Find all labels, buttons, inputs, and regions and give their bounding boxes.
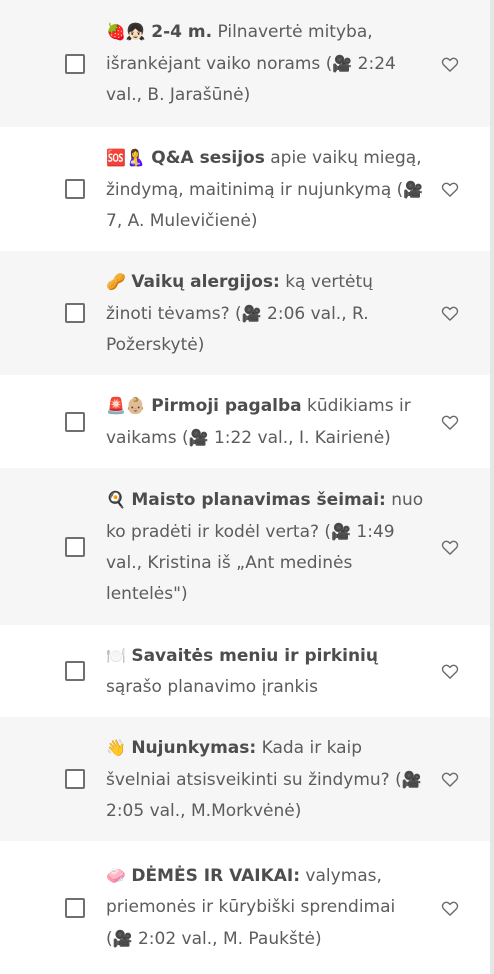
video-camera-icon: 🎥 — [331, 521, 351, 541]
heart-outline-icon[interactable] — [440, 54, 460, 74]
lesson-checkbox[interactable] — [65, 769, 85, 789]
lesson-emoji: 🧼 — [106, 866, 126, 885]
lesson-title[interactable]: 🥜 Vaikų alergijos: ką vertėtų žinoti tėv… — [106, 266, 424, 361]
lesson-emoji: 🥜 — [106, 271, 126, 291]
lesson-emoji: 🍓👧🏻 — [106, 22, 146, 41]
lesson-duration: 2:05 val., M.Morkvėnė) — [106, 800, 302, 821]
list-item: 👋 Nujunkymas: Kada ir kaip švelniai atsi… — [0, 717, 490, 841]
list-item: 🥜 Vaikų alergijos: ką vertėtų žinoti tėv… — [0, 251, 490, 375]
lesson-emoji: 👋 — [106, 737, 126, 757]
video-camera-icon: 🎥 — [332, 54, 353, 73]
lesson-checkbox[interactable] — [65, 661, 85, 681]
lesson-checkbox[interactable] — [65, 179, 85, 199]
heart-outline-icon[interactable] — [440, 898, 460, 918]
list-item: 🆘🤱 Q&A sesijos apie vaikų miegą, žindymą… — [0, 127, 490, 251]
lesson-title[interactable]: 👋 Nujunkymas: Kada ir kaip švelniai atsi… — [106, 732, 424, 827]
lesson-duration: 1:22 val., I. Kairienė) — [208, 427, 391, 448]
list-item: 🍽️ Savaitės meniu ir pirkinių sąrašo pla… — [0, 625, 490, 717]
lesson-title-bold: Vaikų alergijos: — [131, 271, 280, 292]
heart-outline-icon[interactable] — [440, 537, 460, 557]
lesson-checkbox[interactable] — [65, 411, 85, 432]
lesson-title[interactable]: 🚨👶🏼 Pirmoji pagalba kūdikiams ir vaikams… — [106, 390, 424, 454]
list-item: 🍳 Maisto planavimas šeimai: nuo ko pradė… — [0, 468, 490, 625]
lesson-title-bold: Q&A sesijos — [151, 147, 265, 168]
lesson-duration: 7, A. Mulevičienė) — [106, 210, 258, 231]
heart-outline-icon[interactable] — [440, 303, 460, 323]
video-camera-icon: 🎥 — [112, 929, 133, 948]
lesson-checkbox[interactable] — [65, 897, 85, 918]
lesson-emoji: 🆘🤱 — [106, 147, 146, 167]
heart-outline-icon[interactable] — [440, 769, 460, 789]
video-camera-icon: 🎥 — [188, 427, 209, 447]
lesson-emoji: 🍽️ — [106, 645, 126, 665]
lesson-checkbox[interactable] — [65, 536, 85, 557]
lesson-title-bold: 2-4 m. — [151, 22, 213, 42]
lesson-title-bold: Pirmoji pagalba — [151, 395, 302, 416]
lesson-duration: 2:02 val., M. Paukštė) — [132, 929, 322, 949]
list-item: 🧼 DĖMĖS IR VAIKAI: valymas, priemonės ir… — [0, 841, 490, 974]
lesson-title[interactable]: 🍽️ Savaitės meniu ir pirkinių sąrašo pla… — [106, 640, 424, 703]
lesson-title[interactable]: 🍳 Maisto planavimas šeimai: nuo ko pradė… — [106, 484, 424, 610]
heart-outline-icon[interactable] — [440, 412, 460, 432]
lesson-title-bold: Nujunkymas: — [131, 737, 257, 758]
video-camera-icon: 🎥 — [401, 769, 422, 789]
lesson-emoji: 🚨👶🏼 — [106, 395, 146, 415]
lesson-title-bold: Maisto planavimas šeimai: — [131, 489, 386, 510]
lesson-title[interactable]: 🍓👧🏻 2-4 m. Pilnavertė mityba, išrankėjan… — [106, 16, 424, 111]
heart-outline-icon[interactable] — [440, 661, 460, 681]
lesson-emoji: 🍳 — [106, 489, 126, 509]
lesson-checkbox[interactable] — [65, 303, 85, 323]
lesson-title-rest: sąrašo planavimo įrankis — [106, 676, 318, 697]
heart-outline-icon[interactable] — [440, 179, 460, 199]
video-camera-icon: 🎥 — [241, 303, 262, 323]
lesson-title[interactable]: 🆘🤱 Q&A sesijos apie vaikų miegą, žindymą… — [106, 142, 424, 237]
lesson-title[interactable]: 🧼 DĖMĖS IR VAIKAI: valymas, priemonės ir… — [106, 860, 424, 955]
video-camera-icon: 🎥 — [403, 179, 424, 199]
lesson-checkbox[interactable] — [65, 53, 85, 74]
list-item: 🍓👧🏻 2-4 m. Pilnavertė mityba, išrankėjan… — [0, 0, 490, 127]
list-item: 🚨👶🏼 Pirmoji pagalba kūdikiams ir vaikams… — [0, 375, 490, 468]
lesson-title-bold: Savaitės meniu ir pirkinių — [131, 645, 378, 666]
lesson-list: 🍓👧🏻 2-4 m. Pilnavertė mityba, išrankėjan… — [0, 0, 494, 974]
lesson-title-bold: DĖMĖS IR VAIKAI: — [131, 866, 301, 886]
